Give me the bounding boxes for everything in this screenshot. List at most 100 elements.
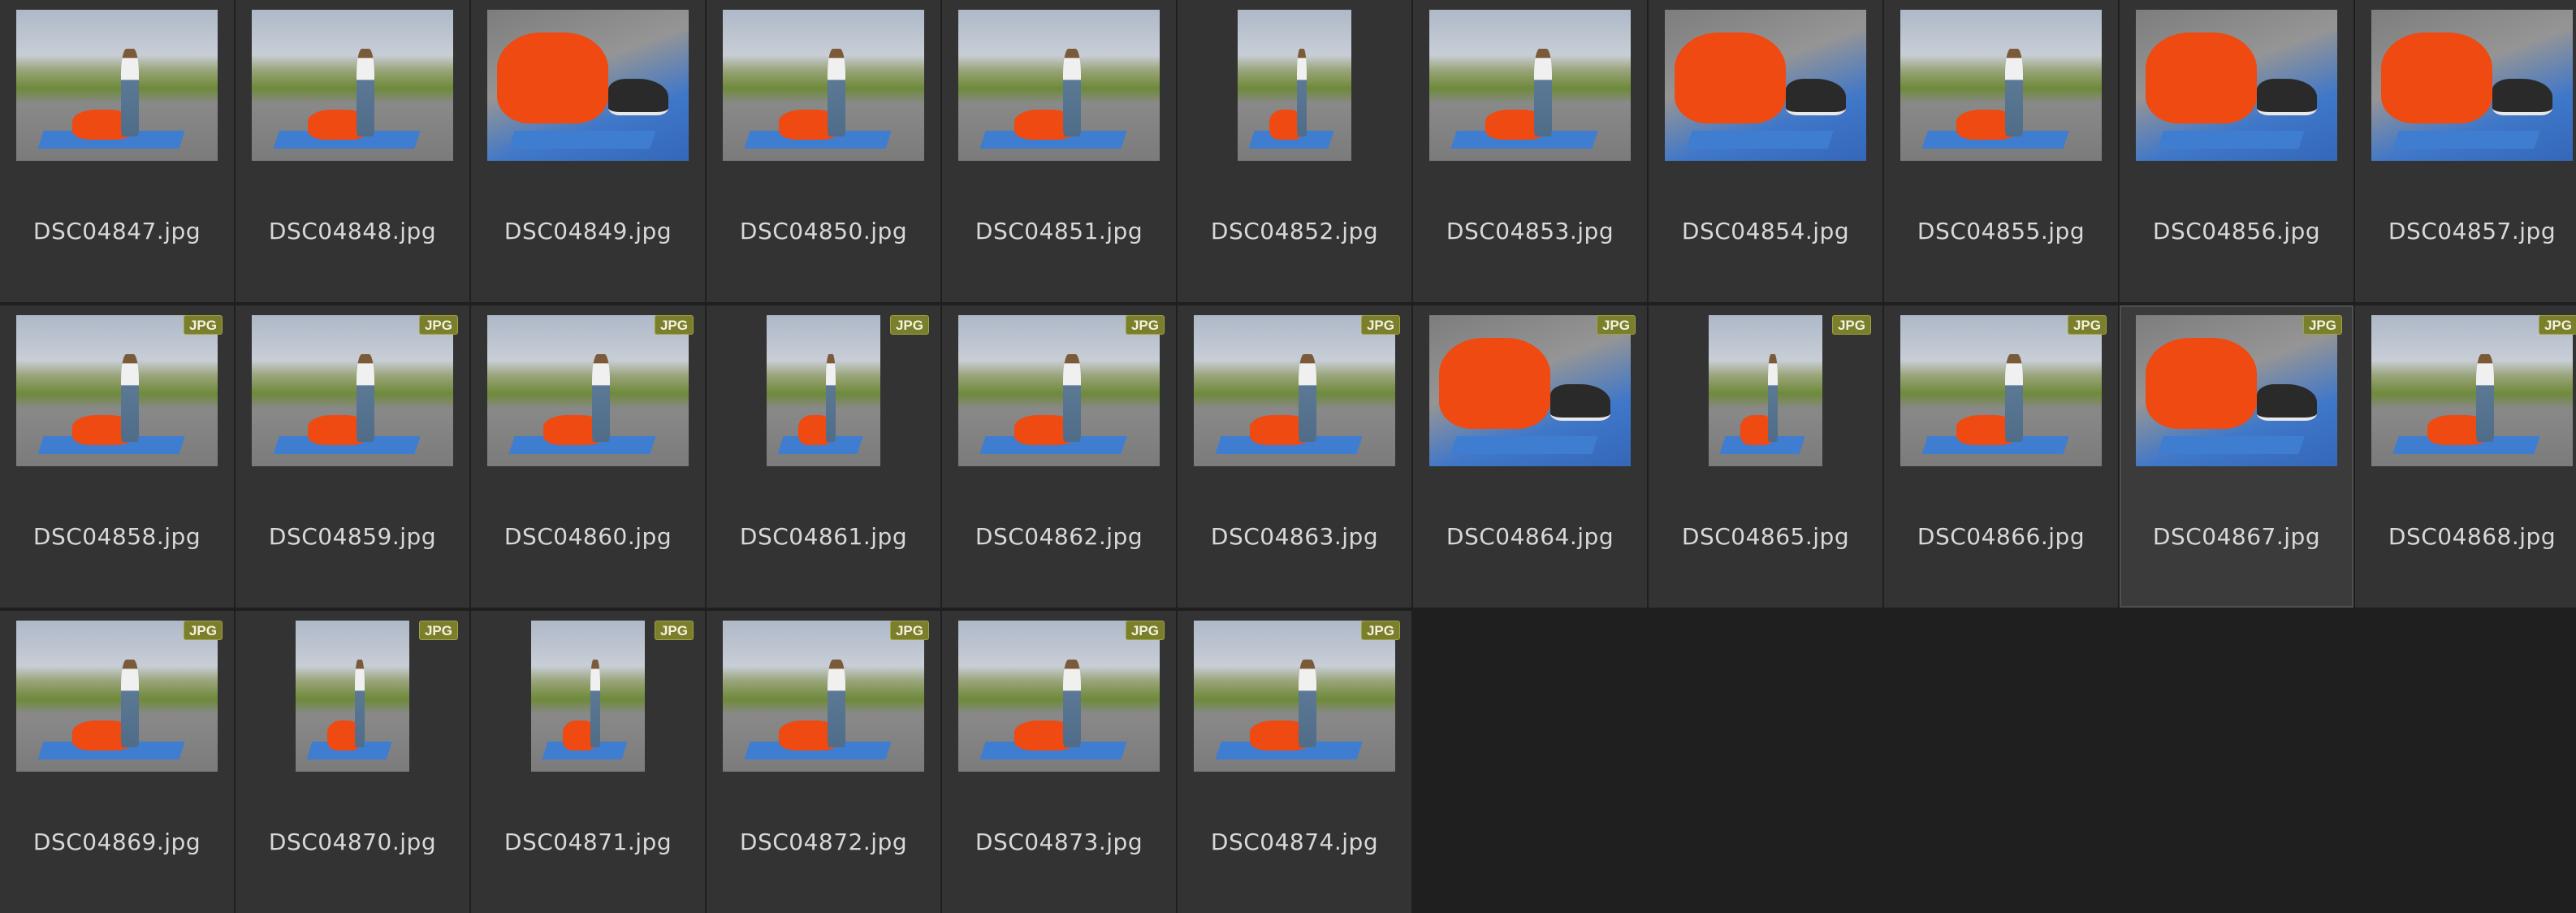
file-name-label: DSC04847.jpg <box>32 218 201 244</box>
image-thumbnail[interactable] <box>2371 315 2573 466</box>
file-name-label: DSC04867.jpg <box>2152 523 2321 550</box>
thumbnail-shoe-shape <box>607 79 669 116</box>
file-name-label: DSC04864.jpg <box>1446 523 1614 550</box>
file-type-badge: JPG <box>889 621 929 640</box>
file-item[interactable]: JPG DSC04867.jpg <box>2120 305 2353 608</box>
file-name-label: DSC04852.jpg <box>1210 218 1379 244</box>
file-type-badge: JPG <box>1360 621 1400 640</box>
image-thumbnail[interactable] <box>1429 315 1631 466</box>
file-item[interactable]: JPG DSC04868.jpg <box>2355 305 2576 608</box>
image-thumbnail[interactable] <box>767 315 880 466</box>
image-thumbnail[interactable] <box>1194 315 1395 466</box>
file-item[interactable]: JPG DSC04863.jpg <box>1178 305 1411 608</box>
thumbnail-standing-figure-shape <box>1298 660 1317 748</box>
file-item[interactable]: DSC04849.jpg <box>471 0 705 302</box>
file-item[interactable]: DSC04857.jpg <box>2355 0 2576 302</box>
image-thumbnail[interactable] <box>2136 315 2337 466</box>
file-item[interactable]: DSC04855.jpg <box>1884 0 2118 302</box>
thumbnail-standing-figure-shape <box>1062 354 1082 443</box>
thumbnail-area <box>2355 0 2576 171</box>
image-thumbnail[interactable] <box>16 621 218 772</box>
file-name-label: DSC04848.jpg <box>268 218 437 244</box>
image-thumbnail[interactable] <box>723 621 924 772</box>
image-thumbnail[interactable] <box>1238 10 1351 161</box>
file-item[interactable]: DSC04847.jpg <box>0 0 234 302</box>
file-item[interactable]: JPG DSC04859.jpg <box>236 305 469 608</box>
image-thumbnail[interactable] <box>16 10 218 161</box>
file-item[interactable]: JPG DSC04862.jpg <box>942 305 1176 608</box>
image-thumbnail[interactable] <box>1900 10 2102 161</box>
image-thumbnail[interactable] <box>252 315 453 466</box>
thumbnail-shoe-shape <box>2256 384 2318 422</box>
file-type-badge: JPG <box>183 621 223 640</box>
file-item[interactable]: JPG DSC04873.jpg <box>942 611 1176 913</box>
image-thumbnail[interactable] <box>1900 315 2102 466</box>
image-thumbnail[interactable] <box>1429 10 1631 161</box>
image-thumbnail[interactable] <box>958 621 1160 772</box>
file-grid: DSC04847.jpg DSC04848.jpg DSC04849.jpg DSC0… <box>0 0 2576 913</box>
file-type-badge: JPG <box>1831 315 1871 335</box>
file-type-badge: JPG <box>1596 315 1636 335</box>
image-thumbnail[interactable] <box>958 315 1160 466</box>
thumbnail-standing-figure-shape <box>827 49 846 137</box>
thumbnail-area <box>1649 0 1882 171</box>
file-item[interactable]: JPG DSC04866.jpg <box>1884 305 2118 608</box>
thumbnail-standing-figure-shape <box>2004 49 2024 137</box>
image-thumbnail[interactable] <box>1665 10 1866 161</box>
image-thumbnail[interactable] <box>531 621 645 772</box>
image-thumbnail[interactable] <box>958 10 1160 161</box>
file-name-label: DSC04849.jpg <box>504 218 672 244</box>
file-name-label: DSC04863.jpg <box>1210 523 1379 550</box>
image-thumbnail[interactable] <box>723 10 924 161</box>
thumbnail-shoe-shape <box>1549 384 1611 422</box>
file-name-label: DSC04850.jpg <box>739 218 908 244</box>
thumbnail-standing-figure-shape <box>354 660 365 748</box>
file-item[interactable]: JPG DSC04871.jpg <box>471 611 705 913</box>
file-item[interactable]: JPG DSC04860.jpg <box>471 305 705 608</box>
thumbnail-mat-shape <box>1686 130 1833 149</box>
image-thumbnail[interactable] <box>487 10 689 161</box>
file-item[interactable]: DSC04853.jpg <box>1413 0 1647 302</box>
file-item[interactable]: DSC04848.jpg <box>236 0 469 302</box>
image-thumbnail[interactable] <box>296 621 409 772</box>
thumbnail-mat-shape <box>2157 130 2304 149</box>
file-item[interactable]: DSC04851.jpg <box>942 0 1176 302</box>
file-item[interactable]: JPG DSC04874.jpg <box>1178 611 1411 913</box>
file-item[interactable]: JPG DSC04865.jpg <box>1649 305 1882 608</box>
file-item[interactable]: DSC04854.jpg <box>1649 0 1882 302</box>
thumbnail-area <box>2120 0 2353 171</box>
thumbnail-standing-figure-shape <box>356 354 375 443</box>
file-name-label: DSC04874.jpg <box>1210 829 1379 855</box>
file-item[interactable]: DSC04850.jpg <box>707 0 940 302</box>
thumbnail-figure-shape <box>1675 32 1786 123</box>
file-item[interactable]: DSC04852.jpg <box>1178 0 1411 302</box>
file-name-label: DSC04856.jpg <box>2152 218 2321 244</box>
thumbnail-mat-shape <box>2157 435 2304 455</box>
file-item[interactable]: DSC04856.jpg <box>2120 0 2353 302</box>
file-item[interactable]: JPG DSC04864.jpg <box>1413 305 1647 608</box>
thumbnail-standing-figure-shape <box>590 660 601 748</box>
file-name-label: DSC04857.jpg <box>2388 218 2557 244</box>
thumbnail-standing-figure-shape <box>1533 49 1553 137</box>
file-item[interactable]: JPG DSC04870.jpg <box>236 611 469 913</box>
thumbnail-standing-figure-shape <box>1062 660 1082 748</box>
file-item[interactable]: JPG DSC04872.jpg <box>707 611 940 913</box>
image-thumbnail[interactable] <box>1194 621 1395 772</box>
file-type-badge: JPG <box>418 315 458 335</box>
thumbnail-shoe-shape <box>1785 79 1847 116</box>
thumbnail-mat-shape <box>2392 130 2539 149</box>
image-thumbnail[interactable] <box>2371 10 2573 161</box>
file-name-label: DSC04861.jpg <box>739 523 908 550</box>
file-item[interactable]: JPG DSC04858.jpg <box>0 305 234 608</box>
image-thumbnail[interactable] <box>252 10 453 161</box>
file-item[interactable]: JPG DSC04861.jpg <box>707 305 940 608</box>
image-thumbnail[interactable] <box>487 315 689 466</box>
file-name-label: DSC04866.jpg <box>1917 523 2085 550</box>
image-thumbnail[interactable] <box>1709 315 1822 466</box>
file-item[interactable]: JPG DSC04869.jpg <box>0 611 234 913</box>
thumbnail-shoe-shape <box>2256 79 2318 116</box>
image-thumbnail[interactable] <box>2136 10 2337 161</box>
image-thumbnail[interactable] <box>16 315 218 466</box>
thumbnail-standing-figure-shape <box>120 660 140 748</box>
thumbnail-standing-figure-shape <box>1298 354 1317 443</box>
